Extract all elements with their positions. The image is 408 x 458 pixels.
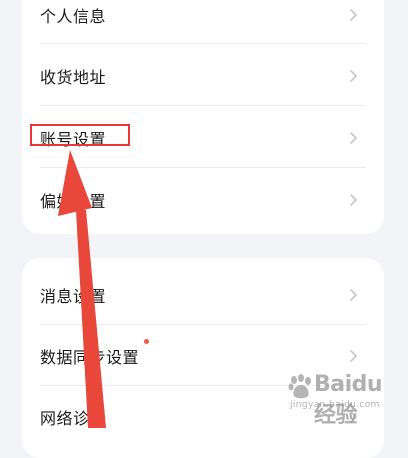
settings-item-account-settings[interactable]: 账号设置 [40, 107, 366, 169]
settings-item-label-text: 数据同步设置 [40, 348, 140, 367]
settings-item-personal-info[interactable]: 个人信息 [40, 0, 366, 46]
settings-item-label: 消息设置 [40, 287, 107, 306]
divider [40, 43, 366, 44]
settings-item-label: 偏好设置 [40, 192, 107, 211]
divider [40, 167, 366, 168]
settings-card-secondary: 消息设置 数据同步设置 网络诊断 [22, 258, 384, 458]
settings-item-label: 收货地址 [40, 68, 107, 87]
divider [40, 105, 366, 106]
chevron-right-icon [346, 8, 360, 22]
chevron-right-icon [346, 288, 360, 302]
settings-item-preferences[interactable]: 偏好设置 [40, 169, 366, 231]
settings-card-primary: 个人信息 收货地址 账号设置 偏好设置 [22, 0, 384, 234]
settings-item-notification-settings[interactable]: 消息设置 [40, 264, 366, 326]
settings-item-data-sync-settings[interactable]: 数据同步设置 [40, 325, 366, 387]
chevron-right-icon [346, 69, 360, 83]
chevron-right-icon [346, 193, 360, 207]
settings-item-label: 数据同步设置 [40, 339, 150, 368]
settings-item-shipping-address[interactable]: 收货地址 [40, 45, 366, 107]
settings-item-network-diagnosis[interactable]: 网络诊断 [40, 386, 366, 448]
settings-item-label: 个人信息 [40, 7, 107, 26]
settings-item-label: 账号设置 [40, 130, 107, 149]
settings-item-label: 网络诊断 [40, 409, 107, 428]
chevron-right-icon [346, 410, 360, 424]
chevron-right-icon [346, 349, 360, 363]
chevron-right-icon [346, 131, 360, 145]
notification-dot [144, 339, 150, 344]
